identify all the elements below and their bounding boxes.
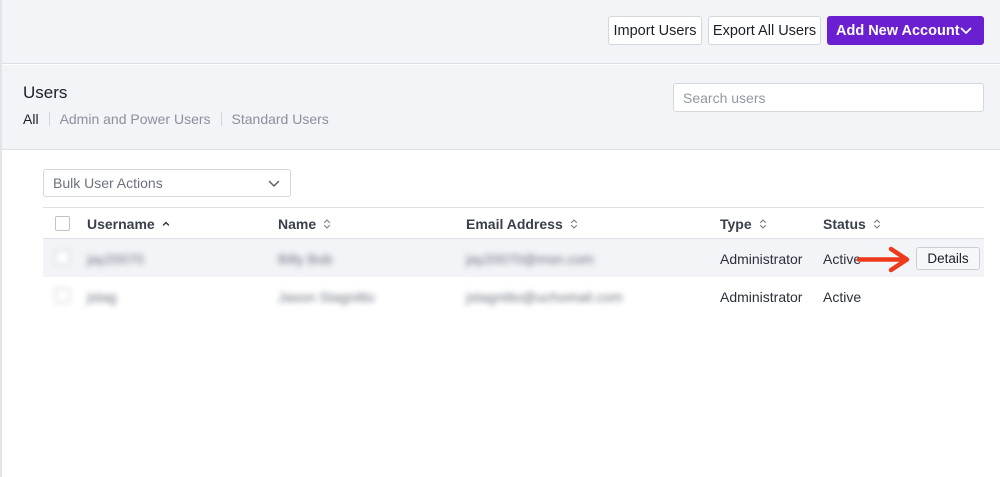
cell-type: Administrator xyxy=(720,289,803,305)
users-table: Username Name Email Address Type Status … xyxy=(43,207,984,315)
annotation-arrow-icon xyxy=(856,246,910,273)
cell-username: jstag xyxy=(87,289,117,305)
import-users-button[interactable]: Import Users xyxy=(608,16,702,45)
cell-name: Jason Stagnitto xyxy=(278,289,375,305)
row-checkbox[interactable] xyxy=(55,288,70,303)
user-filter-tabs: All Admin and Power Users Standard Users xyxy=(23,111,329,127)
filter-divider xyxy=(48,112,50,126)
top-toolbar: Import Users Export All Users Add New Ac… xyxy=(2,0,1000,64)
filter-admin-and-power-users[interactable]: Admin and Power Users xyxy=(60,111,211,127)
column-header-username[interactable]: Username xyxy=(87,216,170,232)
sort-icon xyxy=(570,219,577,229)
filter-divider xyxy=(220,112,222,126)
column-header-status[interactable]: Status xyxy=(823,216,881,232)
filter-all[interactable]: All xyxy=(23,111,39,127)
sort-ascending-icon xyxy=(162,221,169,226)
sort-icon xyxy=(873,219,880,229)
export-all-users-button[interactable]: Export All Users xyxy=(708,16,821,45)
cell-email: jstagnitto@uchomail.com xyxy=(466,289,623,305)
select-all-checkbox[interactable] xyxy=(55,216,70,231)
chevron-down-icon xyxy=(268,180,280,187)
details-button[interactable]: Details xyxy=(916,247,980,270)
column-header-type[interactable]: Type xyxy=(720,216,767,232)
filter-standard-users[interactable]: Standard Users xyxy=(232,111,329,127)
add-new-account-label: Add New Account xyxy=(836,22,960,39)
sort-icon xyxy=(759,219,766,229)
bulk-user-actions-label: Bulk User Actions xyxy=(53,175,163,191)
row-checkbox[interactable] xyxy=(55,250,70,265)
cell-name: Billy Bob xyxy=(278,251,333,267)
app-frame: Import Users Export All Users Add New Ac… xyxy=(0,0,1000,477)
cell-type: Administrator xyxy=(720,251,803,267)
add-new-account-button[interactable]: Add New Account xyxy=(827,16,984,45)
table-row[interactable]: jstag Jason Stagnitto jstagnitto@uchomai… xyxy=(43,277,984,315)
search-users-input[interactable] xyxy=(673,83,984,112)
users-header: Users All Admin and Power Users Standard… xyxy=(2,65,1000,150)
cell-email: jay20070@msn.com xyxy=(466,251,594,267)
column-header-email-address[interactable]: Email Address xyxy=(466,216,578,232)
sort-icon xyxy=(324,219,331,229)
cell-status: Active xyxy=(823,289,862,305)
table-row[interactable]: jay20070 Billy Bob jay20070@msn.com Admi… xyxy=(43,239,984,277)
column-header-name[interactable]: Name xyxy=(278,216,331,232)
table-header: Username Name Email Address Type Status xyxy=(43,207,984,239)
page-title: Users xyxy=(23,83,68,102)
cell-username: jay20070 xyxy=(87,251,144,267)
bulk-user-actions-select[interactable]: Bulk User Actions xyxy=(43,169,291,197)
chevron-down-icon xyxy=(960,27,972,34)
